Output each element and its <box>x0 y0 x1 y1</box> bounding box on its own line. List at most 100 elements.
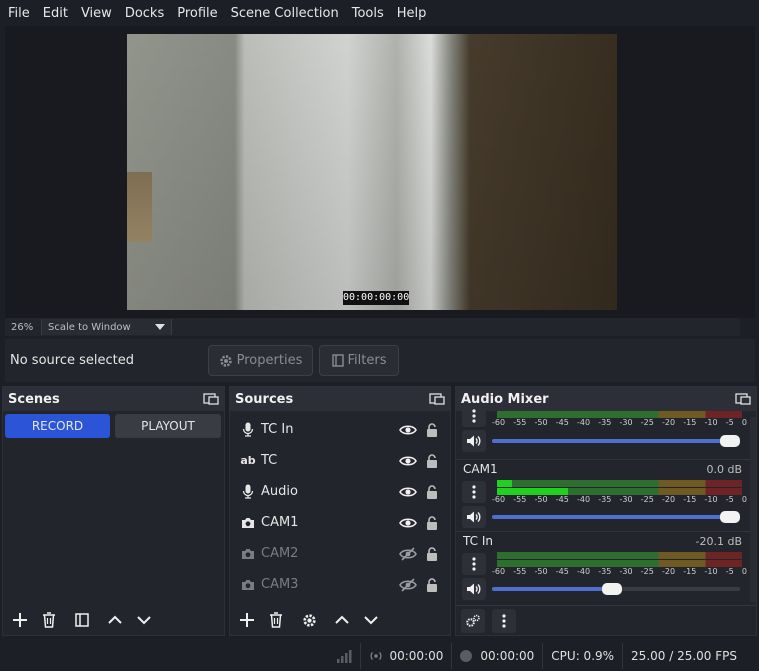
advanced-audio-button[interactable] <box>461 608 485 633</box>
undock-icon[interactable] <box>429 393 445 405</box>
volume-knob[interactable] <box>720 511 740 523</box>
scene-playout[interactable]: PLAYOUT <box>115 414 221 438</box>
speaker-icon <box>467 435 481 447</box>
menu-edit[interactable]: Edit <box>43 6 68 21</box>
audio-mixer-header: Audio Mixer <box>456 387 756 411</box>
undock-icon[interactable] <box>203 393 219 405</box>
camera-icon <box>240 579 256 591</box>
menu-file[interactable]: File <box>8 6 30 21</box>
scene-record[interactable]: RECORD <box>5 414 110 438</box>
volume-knob[interactable] <box>720 435 740 447</box>
channel-menu-button[interactable] <box>462 405 486 427</box>
preview-area[interactable]: 00:00:00:00 <box>5 26 755 318</box>
move-scene-up-button[interactable] <box>103 608 127 632</box>
source-row[interactable]: CAM2 <box>230 538 452 569</box>
mixer-menu-button[interactable] <box>492 608 516 633</box>
camera-icon <box>240 548 256 560</box>
scene-filters-button[interactable] <box>70 608 94 632</box>
move-source-up-button[interactable] <box>330 608 354 632</box>
zoom-scrollbar[interactable] <box>171 319 740 335</box>
source-row[interactable]: TC In <box>230 414 452 445</box>
menu-scene-collection[interactable]: Scene Collection <box>231 6 339 21</box>
stream-time: 00:00:00 <box>389 648 444 663</box>
record-time: 00:00:00 <box>480 648 535 663</box>
eye-slash-icon[interactable] <box>398 577 418 592</box>
lock-icon[interactable] <box>424 515 440 530</box>
no-source-label: No source selected <box>10 353 134 368</box>
scale-label: -15 <box>683 567 697 576</box>
scale-label: -10 <box>704 567 718 576</box>
scale-label: -20 <box>662 495 676 504</box>
chevron-down-icon <box>137 616 151 625</box>
source-row[interactable]: Audio <box>230 476 452 507</box>
eye-icon[interactable] <box>398 455 418 467</box>
gears-icon <box>466 614 480 627</box>
kebab-icon <box>502 613 506 628</box>
channel-menu-button[interactable] <box>462 553 486 575</box>
status-bar: 00:00:00 00:00:00 CPU: 0.9% 25.00 / 25.0… <box>0 640 759 671</box>
mute-button[interactable] <box>462 506 486 528</box>
scale-label: 0 <box>741 495 747 504</box>
scale-label: -25 <box>640 567 654 576</box>
gear-icon <box>219 354 232 367</box>
menu-tools[interactable]: Tools <box>352 6 384 21</box>
scale-label: -60 <box>492 567 506 576</box>
mixer-channel: -60 -55 -50 -45 -40 -35 -30 -25 -20 -15 -10 -5 0 <box>456 405 756 457</box>
source-properties-button[interactable] <box>297 608 321 632</box>
add-source-button[interactable] <box>235 608 259 632</box>
mute-button[interactable] <box>462 578 486 600</box>
lock-icon[interactable] <box>424 484 440 499</box>
properties-button[interactable]: Properties <box>208 345 313 376</box>
record-status: 00:00:00 <box>452 649 542 663</box>
eye-slash-icon[interactable] <box>398 546 418 561</box>
preview-video[interactable]: 00:00:00:00 <box>127 34 617 310</box>
audio-mixer-toolbar <box>456 605 756 635</box>
menu-docks[interactable]: Docks <box>125 6 164 21</box>
move-source-down-button[interactable] <box>359 608 383 632</box>
source-row[interactable]: CAM1 <box>230 507 452 538</box>
scale-label: -60 <box>492 418 506 427</box>
volume-knob[interactable] <box>602 583 622 595</box>
meter-scale: -60 -55 -50 -45 -40 -35 -30 -25 -20 -15 -10 -5 0 <box>492 418 747 427</box>
volume-slider[interactable] <box>492 511 740 523</box>
scenes-title: Scenes <box>8 391 60 407</box>
zoom-mode-select[interactable]: Scale to Window <box>41 319 171 335</box>
mixer-scrollbar[interactable] <box>750 417 756 602</box>
menu-help[interactable]: Help <box>397 6 427 21</box>
scale-label: -30 <box>619 567 633 576</box>
undock-icon[interactable] <box>735 393 751 405</box>
volume-slider[interactable] <box>492 583 740 595</box>
filters-icon <box>331 354 344 367</box>
mute-button[interactable] <box>462 430 486 452</box>
channel-db: 0.0 dB <box>706 463 742 476</box>
eye-icon[interactable] <box>398 424 418 436</box>
eye-icon[interactable] <box>398 517 418 529</box>
menu-view[interactable]: View <box>81 6 112 21</box>
remove-scene-button[interactable] <box>37 608 61 632</box>
channel-menu-button[interactable] <box>462 481 486 503</box>
lock-icon[interactable] <box>424 422 440 437</box>
source-row[interactable]: ab TC <box>230 445 452 476</box>
volume-fill <box>492 587 612 591</box>
audio-meter <box>497 411 742 418</box>
lock-icon[interactable] <box>424 453 440 468</box>
scale-label: -20 <box>662 567 676 576</box>
volume-slider[interactable] <box>492 435 740 447</box>
lock-icon[interactable] <box>424 546 440 561</box>
add-scene-button[interactable] <box>8 608 32 632</box>
meter-scale: -60 -55 -50 -45 -40 -35 -30 -25 -20 -15 -10 -5 0 <box>492 495 747 504</box>
lock-icon[interactable] <box>424 577 440 592</box>
scale-label: -5 <box>725 567 734 576</box>
audio-meter <box>497 560 742 567</box>
scale-label: -50 <box>534 495 548 504</box>
source-row[interactable]: CAM3 <box>230 569 452 600</box>
eye-icon[interactable] <box>398 486 418 498</box>
menu-profile[interactable]: Profile <box>177 6 217 21</box>
move-scene-down-button[interactable] <box>132 608 156 632</box>
scale-label: -25 <box>640 495 654 504</box>
plus-icon <box>240 613 254 627</box>
scale-label: -10 <box>704 418 718 427</box>
remove-source-button[interactable] <box>264 608 288 632</box>
filters-button[interactable]: Filters <box>319 345 399 376</box>
scale-label: -35 <box>598 495 612 504</box>
